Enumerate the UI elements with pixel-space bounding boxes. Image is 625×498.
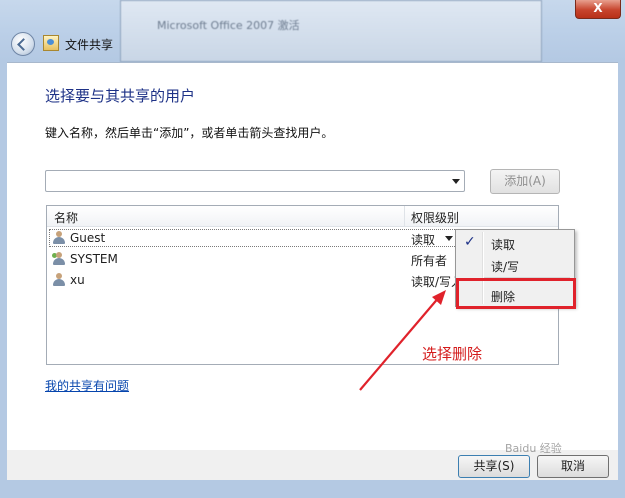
chevron-down-icon[interactable] <box>445 236 453 241</box>
watermark: Baidu 经验 <box>505 442 562 455</box>
user-icon <box>52 231 66 245</box>
annotation-highlight-box <box>456 278 576 309</box>
file-share-icon <box>43 35 59 51</box>
row-permission: 所有者 <box>411 254 448 268</box>
taskbar-strip <box>0 486 625 498</box>
column-divider[interactable] <box>404 206 405 226</box>
annotation-text: 选择删除 <box>422 345 483 363</box>
back-arrow-icon[interactable] <box>11 32 35 56</box>
column-header-permission[interactable]: 权限级别 <box>411 209 459 226</box>
group-icon <box>52 252 66 266</box>
instruction-text: 键入名称，然后单击“添加”，或者单击箭头查找用户。 <box>45 126 334 140</box>
check-icon: ✓ <box>464 234 476 250</box>
dialog-heading: 选择要与其共享的用户 <box>45 87 196 105</box>
cancel-button[interactable]: 取消 <box>537 455 609 478</box>
user-name-combobox[interactable] <box>45 170 465 192</box>
menu-item-read-write[interactable]: 读/写 <box>491 258 519 275</box>
row-permission[interactable]: 读取 <box>411 231 435 248</box>
row-user-name: SYSTEM <box>70 252 118 266</box>
menu-item-read[interactable]: 读取 <box>491 236 515 253</box>
background-window: Microsoft Office 2007 激活 <box>120 0 542 62</box>
selection-focus-box <box>49 229 457 247</box>
close-button[interactable]: X <box>575 0 621 19</box>
help-link[interactable]: 我的共享有问题 <box>45 377 129 394</box>
row-user-name: xu <box>70 273 85 287</box>
add-button[interactable]: 添加(A) <box>490 169 560 194</box>
list-header: 名称 权限级别 <box>47 206 558 227</box>
window-title: 文件共享 <box>65 38 114 52</box>
user-icon <box>52 273 66 287</box>
background-window-title: Microsoft Office 2007 激活 <box>157 19 300 32</box>
share-button[interactable]: 共享(S) <box>458 455 530 478</box>
column-header-name[interactable]: 名称 <box>54 209 78 226</box>
chevron-down-icon[interactable] <box>452 179 460 184</box>
row-user-name: Guest <box>70 231 106 245</box>
